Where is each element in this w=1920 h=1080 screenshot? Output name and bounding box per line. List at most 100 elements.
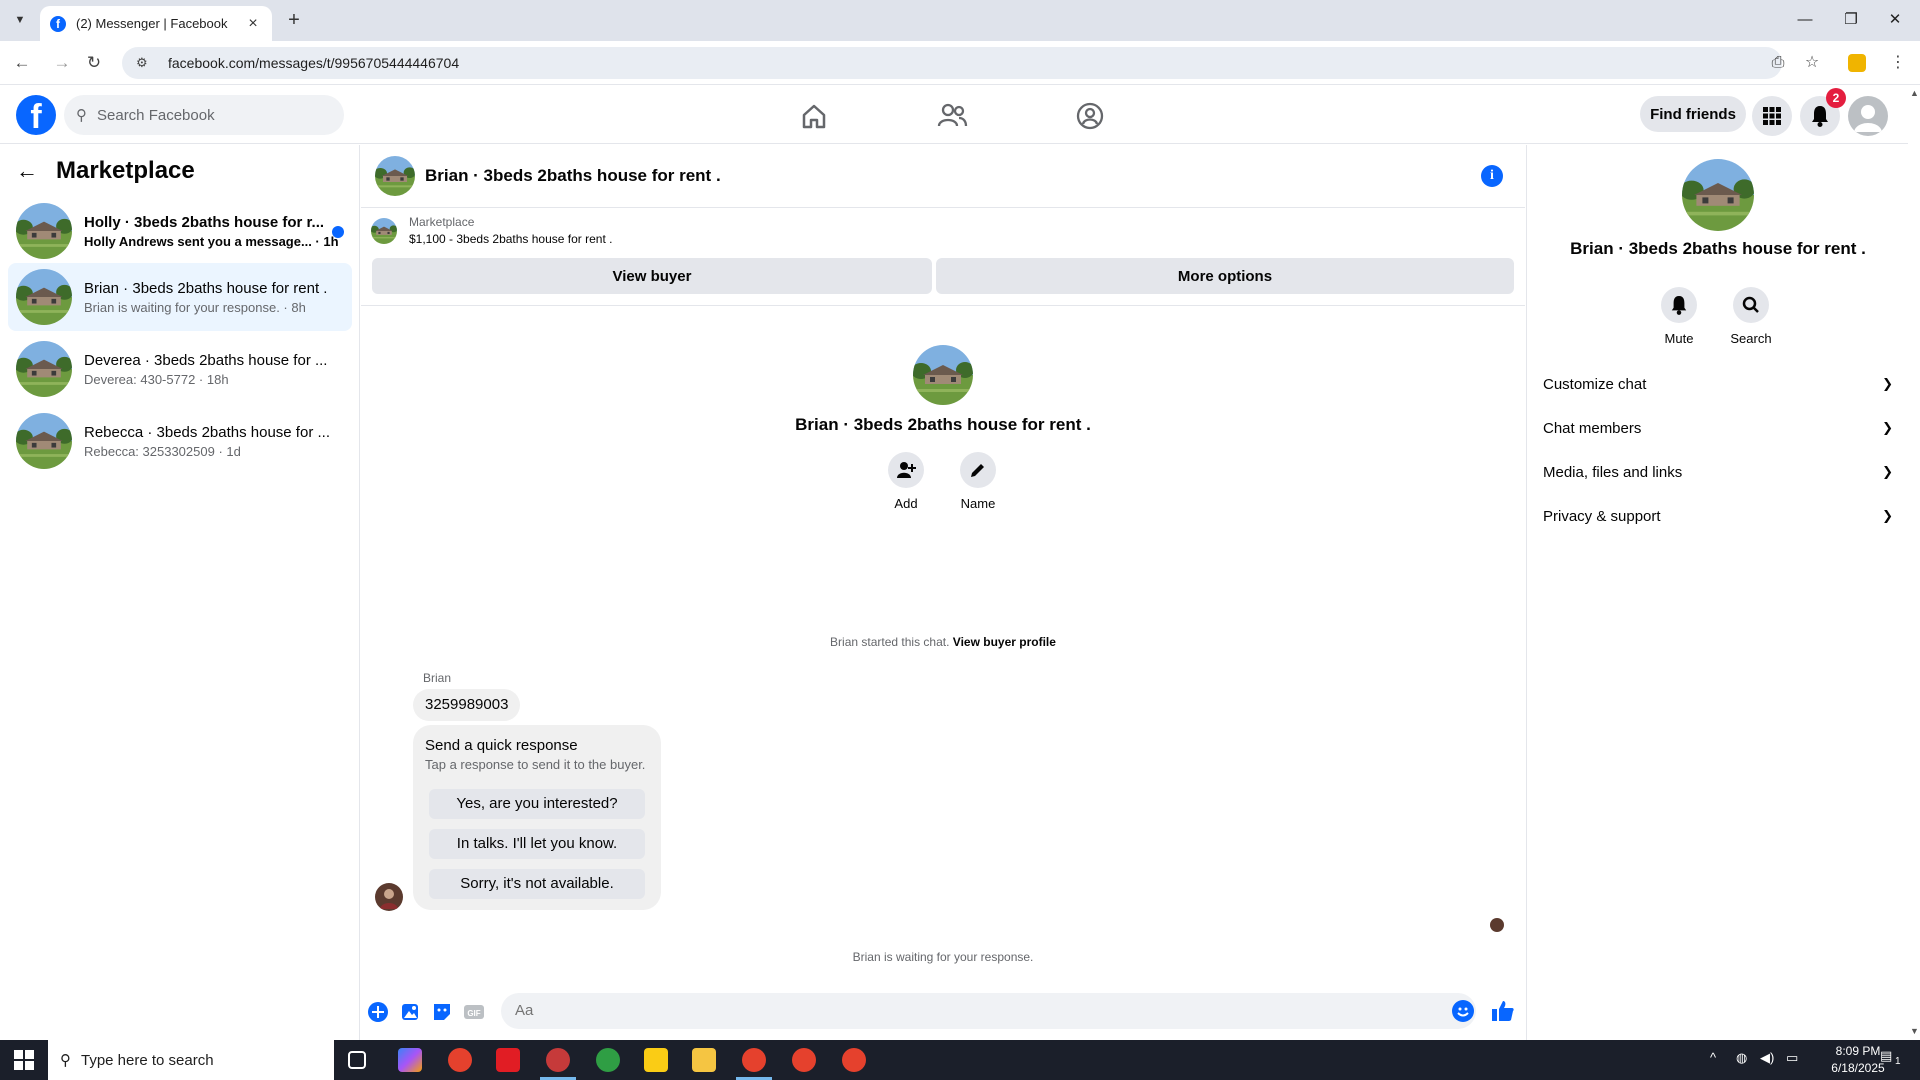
thumbs-up-icon[interactable]	[1490, 998, 1516, 1024]
chat-header: Brian · 3beds 2baths house for rent . i	[361, 145, 1525, 208]
volume-icon[interactable]: ◀)	[1760, 1050, 1774, 1066]
new-tab-button[interactable]: +	[282, 9, 306, 32]
view-buyer-profile-link[interactable]: View buyer profile	[953, 635, 1056, 649]
bookmark-star-icon[interactable]: ☆	[1800, 51, 1824, 75]
quick-response-subtitle: Tap a response to send it to the buyer.	[425, 757, 646, 772]
search-icon	[1742, 296, 1759, 313]
scroll-up-arrow-icon[interactable]: ▲	[1910, 88, 1919, 98]
restore-window-button[interactable]: ❐	[1836, 8, 1866, 32]
sticky-notes-icon[interactable]	[644, 1048, 668, 1072]
sticker-icon[interactable]	[431, 1001, 453, 1023]
add-people-action[interactable]: Add	[876, 452, 936, 511]
bell-icon	[1671, 296, 1687, 315]
customize-chat-section[interactable]: Customize chat ❯	[1543, 366, 1893, 402]
more-options-button[interactable]: More options	[936, 258, 1514, 294]
marketplace-listing-bar[interactable]: Marketplace $1,100 - 3beds 2baths house …	[371, 215, 612, 246]
conversation-info-icon[interactable]: i	[1481, 165, 1503, 187]
listing-thumbnail	[16, 413, 72, 469]
browser-menu-icon[interactable]: ⋮	[1886, 51, 1910, 75]
edit-name-action[interactable]: Name	[948, 452, 1008, 511]
photo-icon[interactable]	[399, 1001, 421, 1023]
taskbar-search-input[interactable]: ⚲ Type here to search	[48, 1040, 334, 1080]
youtube-icon[interactable]	[496, 1048, 520, 1072]
windows-start-icon[interactable]	[14, 1050, 34, 1070]
media-files-links-section[interactable]: Media, files and links ❯	[1543, 454, 1893, 490]
header-divider	[361, 305, 1525, 306]
account-avatar-button[interactable]	[1848, 96, 1888, 136]
groups-icon[interactable]	[1072, 98, 1108, 134]
privacy-support-section[interactable]: Privacy & support ❯	[1543, 498, 1893, 534]
close-window-button[interactable]: ✕	[1880, 8, 1910, 32]
waiting-notice: Brian is waiting for your response.	[852, 950, 1034, 964]
emoji-icon[interactable]	[1452, 1000, 1474, 1022]
unread-indicator	[332, 226, 344, 238]
chrome-icon[interactable]	[448, 1048, 472, 1072]
facebook-search-input[interactable]: ⚲ Search Facebook	[64, 95, 344, 135]
file-explorer-icon[interactable]	[692, 1048, 716, 1072]
copilot-icon[interactable]	[398, 1048, 422, 1072]
message-bubble[interactable]: 3259989003	[413, 689, 521, 721]
chat-header-thumbnail[interactable]	[375, 156, 415, 196]
sender-avatar[interactable]	[375, 883, 403, 911]
network-icon[interactable]: ◍	[1736, 1050, 1747, 1066]
message-input[interactable]	[501, 993, 1476, 1029]
gif-icon[interactable]: GIF	[463, 1001, 485, 1023]
back-arrow-icon[interactable]: ←	[16, 158, 40, 184]
conversation-item-rebecca[interactable]: Rebecca · 3beds 2baths house for ... Reb…	[8, 407, 352, 475]
svg-text:GIF: GIF	[467, 1009, 480, 1018]
quick-response-not-available[interactable]: Sorry, it's not available.	[429, 869, 645, 899]
conversation-name: Brian · 3beds 2baths house for rent .	[84, 279, 328, 297]
task-view-icon[interactable]	[348, 1051, 366, 1069]
chat-intro-thumbnail	[913, 345, 973, 405]
taskbar-search-placeholder: Type here to search	[81, 1051, 214, 1069]
action-center-icon[interactable]: ▤	[1880, 1048, 1892, 1064]
install-app-icon[interactable]: ⎙	[1766, 51, 1790, 75]
view-buyer-button[interactable]: View buyer	[372, 258, 932, 294]
site-info-icon[interactable]: ⚙	[136, 55, 152, 71]
quick-response-title: Send a quick response	[425, 737, 578, 754]
extension-icon[interactable]	[1848, 54, 1866, 72]
search-label: Search	[1730, 331, 1772, 346]
conversation-name: Rebecca · 3beds 2baths house for ...	[84, 423, 330, 441]
plus-circle-icon[interactable]	[367, 1001, 389, 1023]
friends-icon[interactable]	[934, 98, 970, 134]
quick-response-interested[interactable]: Yes, are you interested?	[429, 789, 645, 819]
conversation-item-holly[interactable]: Holly · 3beds 2baths house for r... Holl…	[8, 197, 352, 265]
tab-title: (2) Messenger | Facebook	[76, 16, 228, 31]
section-label: Customize chat	[1543, 375, 1647, 393]
menu-grid-button[interactable]	[1752, 96, 1792, 136]
windows-taskbar: ⚲ Type here to search ^ ◍ ◀) ▭ 8:09 PM 6…	[0, 1040, 1920, 1080]
url-omnibox[interactable]: ⚙ facebook.com/messages/t/99567054444467…	[122, 47, 1782, 79]
tab-search-dropdown[interactable]: ▼	[10, 10, 30, 30]
quick-response-in-talks[interactable]: In talks. I'll let you know.	[429, 829, 645, 859]
close-tab-icon[interactable]: ×	[244, 15, 262, 33]
home-icon[interactable]	[796, 98, 832, 134]
chevron-down-icon: ❯	[1882, 376, 1893, 391]
forward-button[interactable]: →	[50, 51, 74, 75]
chat-started-text: Brian started this chat.	[830, 635, 950, 649]
facebook-logo-icon[interactable]: f	[16, 95, 56, 136]
chrome-profile-icon[interactable]	[596, 1048, 620, 1072]
find-friends-button[interactable]: Find friends	[1640, 96, 1746, 132]
reload-button[interactable]: ↻	[82, 51, 106, 75]
add-label: Add	[894, 496, 918, 511]
minimize-window-button[interactable]: —	[1790, 8, 1820, 32]
conversation-item-deverea[interactable]: Deverea · 3beds 2baths house for ... Dev…	[8, 335, 352, 403]
chrome-window-icon[interactable]	[792, 1048, 816, 1072]
page-scrollbar[interactable]: ▲ ▼	[1908, 86, 1920, 1040]
scroll-down-arrow-icon[interactable]: ▼	[1910, 1026, 1919, 1036]
conversation-item-brian[interactable]: Brian · 3beds 2baths house for rent . Br…	[8, 263, 352, 331]
chat-title[interactable]: Brian · 3beds 2baths house for rent .	[425, 166, 721, 186]
browser-tab-messenger[interactable]: f (2) Messenger | Facebook ×	[40, 6, 272, 41]
action-center-count: 1	[1895, 1056, 1901, 1067]
section-label: Privacy & support	[1543, 507, 1661, 525]
chat-members-section[interactable]: Chat members ❯	[1543, 410, 1893, 446]
back-button[interactable]: ←	[10, 51, 34, 75]
chrome-window-icon[interactable]	[842, 1048, 866, 1072]
chrome-window-icon[interactable]	[742, 1048, 766, 1072]
show-hidden-icons-icon[interactable]: ^	[1710, 1050, 1716, 1065]
search-in-conversation-action[interactable]: Search	[1721, 287, 1781, 346]
app-shortcut-icon[interactable]	[546, 1048, 570, 1072]
battery-icon[interactable]: ▭	[1786, 1050, 1798, 1066]
mute-action[interactable]: Mute	[1649, 287, 1709, 346]
